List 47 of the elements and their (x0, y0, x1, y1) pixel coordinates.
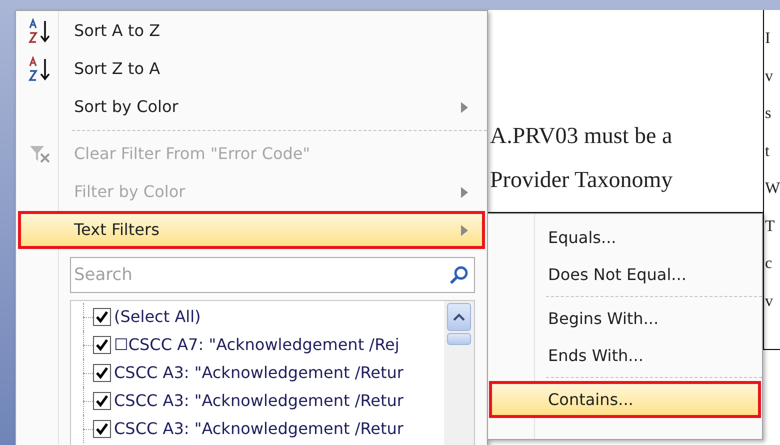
search-icon (449, 265, 469, 285)
menu-item-label: Filter by Color (74, 181, 186, 203)
cell-text: Provider Taxonomy (490, 166, 674, 194)
cell-text: v (765, 66, 774, 86)
menu-item[interactable]: Sort by Color (18, 88, 485, 126)
menu-item-label: Sort by Color (74, 96, 178, 118)
cell-text: c (765, 254, 774, 274)
menu-item-label: Text Filters (74, 219, 160, 241)
menu-item[interactable]: Sort A to Z (18, 12, 485, 50)
value-label: (Select All) (114, 306, 201, 328)
cell-text: W (765, 179, 780, 199)
submenu-item[interactable]: Contains... (489, 381, 761, 418)
scrollbar[interactable] (444, 301, 474, 445)
menu-item[interactable]: Text Filters (18, 211, 485, 249)
value-label: CSCC A3: "Acknowledgement /Retur (114, 418, 404, 440)
menu-item-label: Sort Z to A (74, 58, 160, 80)
checkbox[interactable] (93, 308, 111, 326)
checkbox[interactable] (93, 420, 111, 438)
menu-item-label: Clear Filter From "Error Code" (74, 143, 310, 165)
cell-text: I (765, 29, 772, 49)
scroll-thumb[interactable] (447, 333, 471, 345)
caret-up-icon (453, 313, 465, 321)
value-label: ☐CSCC A7: "Acknowledgement /Rej (114, 334, 400, 356)
submenu-item[interactable]: Begins With... (489, 300, 761, 337)
sort-descending-icon (28, 56, 52, 82)
search-field[interactable]: Search (70, 257, 475, 293)
cell-text: A.PRV03 must be a (490, 122, 674, 150)
checkbox[interactable] (93, 364, 111, 382)
value-label: CSCC A3: "Acknowledgement /Retur (114, 362, 404, 384)
cell-text: v (765, 292, 774, 312)
sort-ascending-icon (28, 18, 52, 44)
menu-item-label: Sort A to Z (74, 20, 160, 42)
clear-filter-icon (28, 144, 50, 164)
cell-text: t (765, 142, 770, 162)
submenu-item[interactable]: Does Not Equal... (489, 256, 761, 293)
submenu-arrow-icon (461, 102, 468, 112)
submenu-arrow-icon (461, 186, 468, 198)
cell-text: T (765, 216, 776, 236)
checkbox[interactable] (93, 336, 111, 354)
submenu-item[interactable]: Ends With... (489, 337, 761, 374)
submenu-arrow-icon (461, 224, 468, 236)
menu-item[interactable]: Sort Z to A (18, 50, 485, 88)
value-label: CSCC A3: "Acknowledgement /Retur (114, 390, 404, 412)
submenu-item[interactable]: Equals... (489, 219, 761, 256)
checkbox[interactable] (93, 392, 111, 410)
scroll-up-button[interactable] (447, 303, 471, 331)
cell-text: s (765, 104, 772, 124)
